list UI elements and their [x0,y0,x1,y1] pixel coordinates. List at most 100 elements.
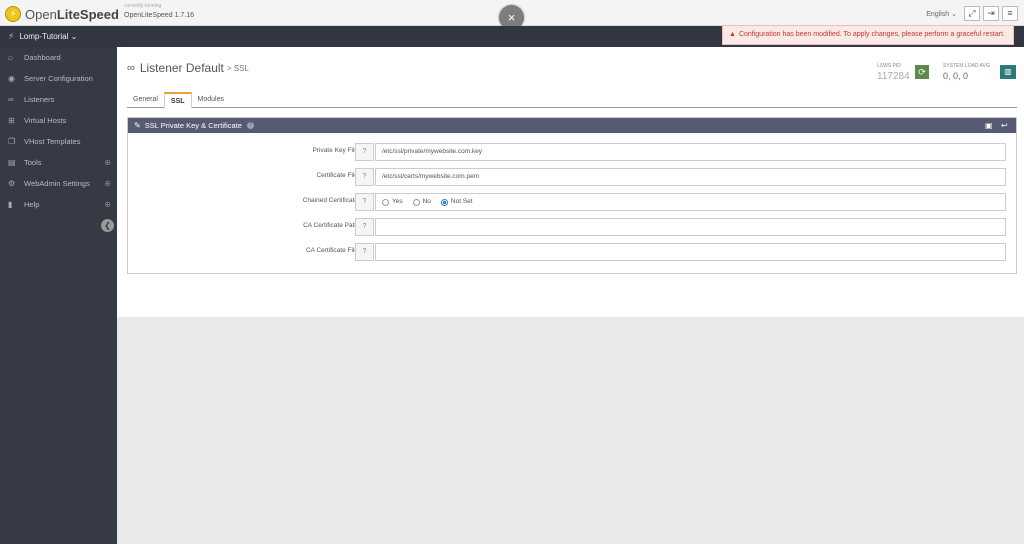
chart-icon[interactable]: ▥ [1000,65,1016,79]
row-label: Certificate File [316,172,358,179]
ssl-panel: ✎ SSL Private Key & Certificate ? ▣ ↩ Pr… [127,117,1017,274]
radio-group: Yes No Not Set [382,194,1005,210]
panel-header: ✎ SSL Private Key & Certificate ? ▣ ↩ [128,118,1016,133]
tab-modules[interactable]: Modules [192,92,230,108]
restart-notice[interactable]: ▲ Configuration has been modified. To app… [722,25,1014,45]
row-label: CA Certificate File [305,247,358,254]
expand-icon[interactable]: ⊕ [104,158,111,167]
row-chained-certificate: Chained Certificate ? Yes No Not Set [128,192,1018,211]
sidebar-item-label: Help [24,200,40,209]
page-title: ∞ Listener Default > SSL [127,61,249,75]
help-icon[interactable]: ? [355,218,374,236]
sidebar-item-vhost-templates[interactable]: ❐ VHost Templates [0,131,117,152]
pid-value: 117284 [877,71,910,82]
bolt-icon: ⚡ [8,31,15,41]
link-icon: ∞ [127,62,135,74]
breadcrumb: > SSL [226,63,249,73]
row-label: Chained Certificate [302,197,358,204]
sidebar-collapse-icon[interactable]: ❮ [101,219,114,232]
lightning-icon: ⚡ [5,6,21,22]
copy-icon: ❐ [8,137,16,146]
help-icon[interactable]: ? [355,143,374,161]
certificate-file-value[interactable]: /etc/ssl/certs/mywebsite.com.pem [375,168,1006,186]
chained-certificate-options: Yes No Not Set [375,193,1006,211]
sidebar-item-listeners[interactable]: ∞ Listeners [0,89,117,110]
radio-option-yes[interactable]: Yes [382,194,403,210]
main-content: ∞ Listener Default > SSL LSWS PID 117284… [117,47,1024,317]
radio-label: No [422,198,431,205]
row-label: CA Certificate Path [303,222,358,229]
tab-ssl[interactable]: SSL [163,92,192,108]
help-icon[interactable]: ? [355,243,374,261]
top-toolbar: English ⌄ ⤢ ⇥ ≡ [926,6,1018,21]
tab-general[interactable]: General [127,92,164,108]
sidebar-item-label: Listeners [24,95,55,104]
link-icon: ∞ [8,95,14,104]
sidebar-item-help[interactable]: ▮ Help ⊕ [0,194,117,215]
radio-icon[interactable] [382,198,389,206]
expand-icon[interactable]: ⊕ [104,200,111,209]
tab-bar: General SSL Modules [127,92,1017,108]
warning-icon: ▲ [729,31,736,38]
version-value: OpenLiteSpeed 1.7.16 [124,12,195,19]
row-ca-certificate-path: CA Certificate Path ? [128,217,1018,236]
logo-text: OpenLiteSpeed [25,6,119,22]
ca-certificate-file-value[interactable] [375,243,1006,261]
row-label: Private Key File [312,147,358,154]
panel-title: SSL Private Key & Certificate [144,121,242,130]
help-icon[interactable]: ? [355,168,374,186]
sidebar-item-webadmin-settings[interactable]: ⚙ WebAdmin Settings ⊕ [0,173,117,194]
sidebar-item-label: Server Configuration [24,74,93,83]
gear-icon: ⚙ [8,179,16,188]
row-private-key-file: Private Key File ? /etc/ssl/private/mywe… [128,142,1018,161]
logout-icon[interactable]: ⇥ [983,6,999,21]
pid-label: LSWS PID [877,63,901,69]
server-name: Lomp-Tutorial [19,32,69,41]
fullscreen-icon[interactable]: ⤢ [964,6,980,21]
row-ca-certificate-file: CA Certificate File ? [128,242,1018,261]
logo[interactable]: ⚡ OpenLiteSpeed [5,5,119,23]
sidebar-item-label: Dashboard [24,53,61,62]
load-value: 0, 0, 0 [943,71,969,81]
restart-icon[interactable]: ⟳ [915,65,929,79]
sidebar-item-label: Tools [24,158,42,167]
home-icon: ⌂ [8,53,13,62]
notice-text: Configuration has been modified. To appl… [738,31,1005,38]
radio-option-no[interactable]: No [412,194,431,210]
toolbox-icon: ▤ [8,158,16,167]
language-select[interactable]: English ⌄ [926,10,957,18]
row-certificate-file: Certificate File ? /etc/ssl/certs/mywebs… [128,167,1018,186]
chevron-down-icon: ⌄ [68,32,78,41]
menu-icon[interactable]: ≡ [1002,6,1018,21]
ca-certificate-path-value[interactable] [375,218,1006,236]
sidebar-item-label: WebAdmin Settings [24,179,90,188]
back-icon[interactable]: ↩ [1001,121,1008,130]
sidebar-item-label: VHost Templates [24,137,81,146]
load-label: SYSTEM LOAD AVG [943,63,990,69]
sidebar-item-virtual-hosts[interactable]: ⊞ Virtual Hosts [0,110,117,131]
expand-icon[interactable]: ⊕ [104,179,111,188]
sidebar-item-server-configuration[interactable]: ◉ Server Configuration [0,68,117,89]
sidebar-item-label: Virtual Hosts [24,116,67,125]
radio-icon[interactable] [412,198,420,206]
globe-icon: ◉ [8,74,15,83]
sidebar-item-tools[interactable]: ▤ Tools ⊕ [0,152,117,173]
version-info: currently running OpenLiteSpeed 1.7.16 [124,3,194,19]
server-selector[interactable]: ⚡ Lomp-Tutorial ⌄ [8,26,77,47]
help-icon[interactable]: ? [355,193,374,211]
save-icon[interactable]: ▣ [985,121,993,130]
book-icon: ▮ [8,200,13,209]
help-icon[interactable]: ? [246,122,254,129]
page-title-text: Listener Default [139,61,224,75]
load-block: SYSTEM LOAD AVG 0, 0, 0 [943,63,990,81]
version-label: currently running [124,3,162,9]
radio-label: Not Set [450,198,473,205]
sitemap-icon: ⊞ [8,116,15,125]
private-key-file-value[interactable]: /etc/ssl/private/mywebsite.com.key [375,143,1006,161]
radio-option-not-set[interactable]: Not Set [440,194,473,210]
sidebar-item-dashboard[interactable]: ⌂ Dashboard [0,47,117,68]
radio-checked-icon[interactable] [440,198,448,206]
edit-icon: ✎ [134,121,141,130]
radio-label: Yes [392,198,403,205]
sidebar: ⌂ Dashboard ◉ Server Configuration ∞ Listener… [0,47,117,544]
